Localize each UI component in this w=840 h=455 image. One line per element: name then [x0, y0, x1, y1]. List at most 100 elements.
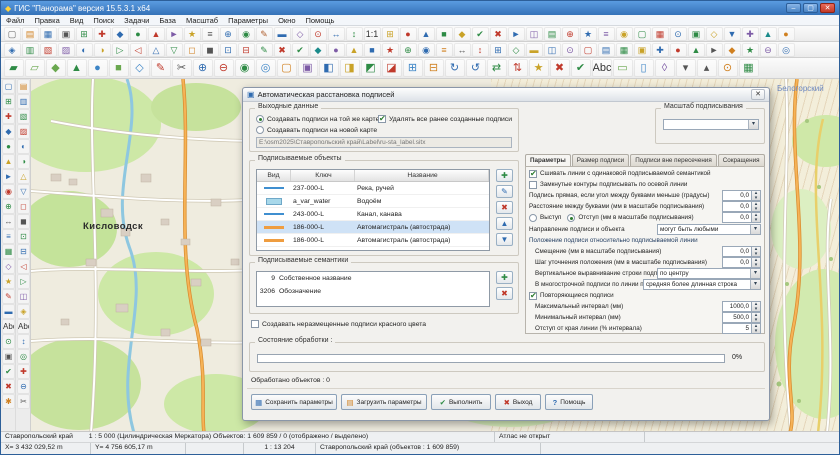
repeating-labels-checkbox[interactable] — [529, 292, 537, 300]
toolbar-icon[interactable]: ▯ — [634, 59, 654, 77]
toolbar-icon[interactable]: ✚ — [652, 43, 669, 57]
toolbar-icon[interactable]: ▬ — [2, 304, 15, 319]
toolbar-icon[interactable]: ► — [706, 43, 723, 57]
toolbar-icon[interactable]: ◎ — [778, 43, 795, 57]
new-map-radio[interactable] — [256, 126, 264, 134]
move-object-down-button[interactable]: ▼ — [496, 233, 513, 246]
semantic-item[interactable]: 9 Собственное название — [257, 272, 489, 285]
toolbar-icon[interactable]: ◆ — [310, 43, 327, 57]
toolbar-icon[interactable]: ★ — [529, 59, 549, 77]
output-path-field[interactable]: E:\osm2025\Ставропольский край\Label\ru-… — [256, 137, 512, 148]
toolbar-icon[interactable]: ▤ — [17, 79, 30, 94]
toolbar-icon[interactable]: ★ — [184, 27, 201, 41]
objects-table[interactable]: Вид Ключ Название 237-000-L Река, ручей … — [256, 169, 490, 251]
toolbar-icon[interactable]: ◫ — [17, 289, 30, 304]
toolbar-icon[interactable]: ▣ — [688, 27, 705, 41]
toolbar-icon[interactable]: ⊙ — [718, 59, 738, 77]
red-labels-checkbox[interactable] — [251, 320, 259, 328]
toolbar-icon[interactable]: ▼ — [724, 27, 741, 41]
toolbar-icon[interactable]: ▲ — [148, 27, 165, 41]
toolbar-icon[interactable]: ◑ — [94, 43, 111, 57]
menu-file[interactable]: Файл — [1, 16, 29, 25]
toolbar-icon[interactable]: ⊖ — [760, 43, 777, 57]
toolbar-icon[interactable]: ✂ — [17, 394, 30, 409]
move-object-up-button[interactable]: ▲ — [496, 217, 513, 230]
toolbar-icon[interactable]: ⊕ — [2, 199, 15, 214]
toolbar-icon[interactable]: ◇ — [130, 59, 150, 77]
toolbar-icon[interactable]: ▬ — [274, 27, 291, 41]
toolbar-icon[interactable]: ✎ — [256, 43, 273, 57]
toolbar-icon[interactable]: ⇅ — [508, 59, 528, 77]
toolbar-icon[interactable]: ■ — [364, 43, 381, 57]
toolbar-icon[interactable]: ◉ — [616, 27, 633, 41]
menu-database[interactable]: База — [154, 16, 181, 25]
toolbar-icon[interactable]: ◉ — [2, 184, 15, 199]
toolbar-icon[interactable]: ▦ — [739, 59, 759, 77]
scale-1-1-icon[interactable]: 1:1 — [364, 27, 381, 41]
run-button[interactable]: ✔ Выполнить — [431, 394, 491, 410]
object-row[interactable]: a_var_water Водоём — [257, 195, 489, 208]
toolbar-icon[interactable]: ✎ — [256, 27, 273, 41]
toolbar-icon[interactable]: ● — [88, 59, 108, 77]
toolbar-icon[interactable]: ▣ — [2, 349, 15, 364]
toolbar-icon[interactable]: ▢ — [2, 79, 15, 94]
toolbar-icon[interactable]: ● — [2, 139, 15, 154]
toolbar-icon[interactable]: ⊖ — [214, 59, 234, 77]
refine-step-input[interactable]: 0,0 — [722, 257, 761, 268]
toolbar-icon[interactable]: ≡ — [202, 27, 219, 41]
toolbar-icon[interactable]: ≡ — [436, 43, 453, 57]
object-row[interactable]: 243-000-L Канал, канава — [257, 208, 489, 221]
new-file-icon[interactable]: ▢ — [4, 27, 21, 41]
toolbar-icon[interactable]: ● — [328, 43, 345, 57]
menu-tasks[interactable]: Задачи — [119, 16, 154, 25]
toolbar-icon[interactable]: ⊙ — [310, 27, 327, 41]
toolbar-icon[interactable]: ⊞ — [490, 43, 507, 57]
toolbar-icon[interactable]: ◑ — [17, 154, 30, 169]
label-scale-combo[interactable] — [663, 119, 759, 130]
toolbar-icon[interactable]: ▬ — [526, 43, 543, 57]
toolbar-icon[interactable]: ◪ — [382, 59, 402, 77]
direction-combo[interactable]: могут быть любыми — [657, 224, 761, 235]
add-semantic-button[interactable]: ✚ — [496, 271, 513, 284]
toolbar-icon[interactable]: ★ — [2, 274, 15, 289]
toolbar-icon[interactable]: ⊟ — [17, 244, 30, 259]
toolbar-icon[interactable]: ✔ — [472, 27, 489, 41]
max-interval-input[interactable]: 1000,0 — [722, 301, 761, 312]
toolbar-icon[interactable]: ⊙ — [562, 43, 579, 57]
menu-window[interactable]: Окно — [273, 16, 300, 25]
toolbar-icon[interactable]: ▤ — [544, 27, 561, 41]
toolbar-icon[interactable]: ⊡ — [17, 229, 30, 244]
toolbar-icon[interactable]: △ — [148, 43, 165, 57]
toolbar-icon[interactable]: ▲ — [760, 27, 777, 41]
spinner[interactable] — [752, 246, 761, 257]
toolbar-icon[interactable]: ▣ — [298, 59, 318, 77]
toolbar-icon[interactable]: ★ — [382, 43, 399, 57]
edge-offset-input[interactable]: 5 — [722, 323, 761, 334]
toolbar-icon[interactable]: ★ — [742, 43, 759, 57]
toolbar-icon[interactable]: ▥ — [22, 43, 39, 57]
menu-search[interactable]: Поиск — [88, 16, 119, 25]
toolbar-icon[interactable]: ■ — [109, 59, 129, 77]
toolbar-icon[interactable]: ◼ — [202, 43, 219, 57]
min-interval-input[interactable]: 500,0 — [722, 312, 761, 323]
toolbar-icon[interactable]: ▤ — [598, 43, 615, 57]
toolbar-icon[interactable]: ◁ — [17, 259, 30, 274]
toolbar-icon[interactable]: ⊞ — [403, 59, 423, 77]
object-row[interactable]: 186-000-L Автомагистраль (автострада) — [257, 234, 489, 247]
toolbar-icon[interactable]: ✖ — [550, 59, 570, 77]
exit-button[interactable]: ✖ Выход — [495, 394, 541, 410]
toolbar-icon[interactable]: ▴ — [697, 59, 717, 77]
stitch-lines-checkbox[interactable] — [529, 170, 537, 178]
object-row-selected[interactable]: 186-000-L Автомагистраль (автострада) — [257, 221, 489, 234]
toolbar-icon[interactable]: ↔ — [454, 43, 471, 57]
menu-scale[interactable]: Масштаб — [181, 16, 223, 25]
menu-view[interactable]: Вид — [65, 16, 89, 25]
toolbar-icon[interactable]: ↕ — [17, 334, 30, 349]
toolbar-icon[interactable]: ↻ — [445, 59, 465, 77]
spinner[interactable] — [752, 212, 761, 223]
toolbar-icon[interactable]: ▰ — [4, 59, 24, 77]
add-object-button[interactable]: ✚ — [496, 169, 513, 182]
toolbar-icon[interactable]: ▦ — [652, 27, 669, 41]
toolbar-icon[interactable]: ▭ — [613, 59, 633, 77]
toolbar-icon[interactable]: ↔ — [328, 27, 345, 41]
